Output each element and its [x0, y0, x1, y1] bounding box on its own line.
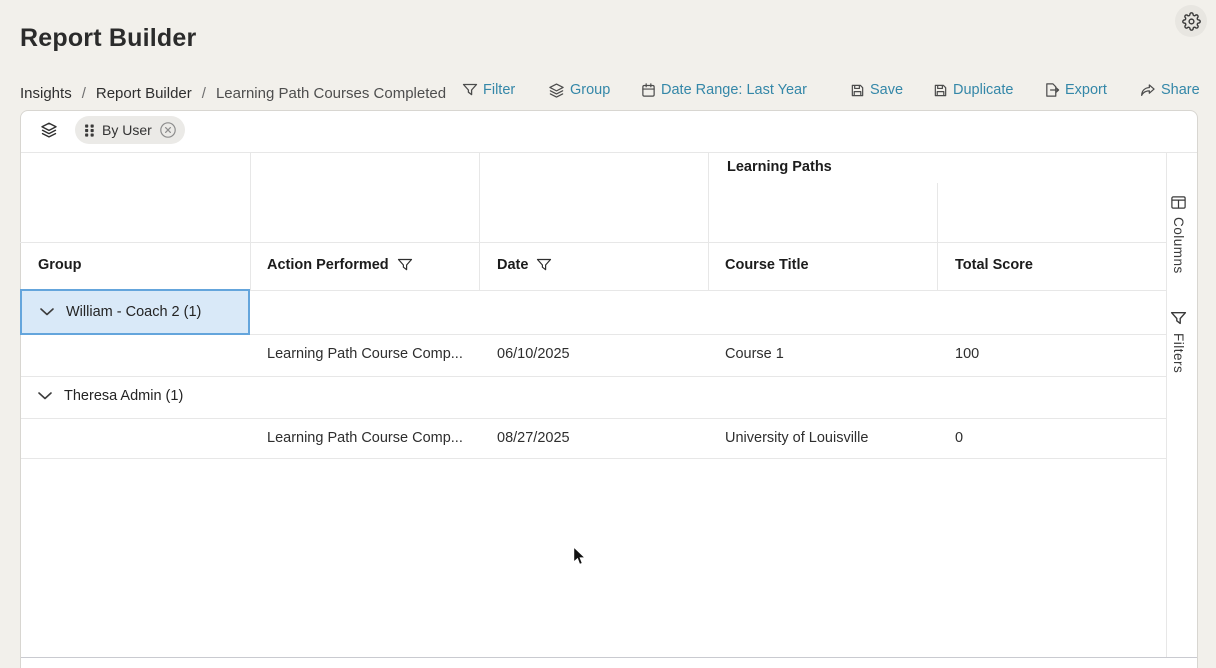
cell-action: Learning Path Course Comp... [267, 346, 463, 362]
chip-label: By User [102, 122, 152, 138]
save-icon [850, 83, 865, 98]
chevron-down-icon [40, 308, 54, 316]
cell-date: 06/10/2025 [497, 346, 570, 362]
duplicate-button-label: Duplicate [953, 82, 1013, 98]
remove-chip-icon[interactable] [159, 121, 177, 139]
filters-panel-tab[interactable]: Filters [1170, 310, 1187, 373]
group-row-theresa[interactable]: Theresa Admin (1) [38, 388, 183, 404]
row-divider [21, 418, 1166, 419]
group-row-label-text: Theresa Admin (1) [64, 388, 183, 404]
duplicate-button[interactable]: Duplicate [933, 80, 1013, 100]
filter-button-label: Filter [483, 82, 515, 98]
settings-button[interactable] [1175, 5, 1207, 37]
page-title: Report Builder [20, 24, 196, 53]
duplicate-icon [933, 83, 948, 98]
header-row-divider [20, 242, 1166, 243]
save-button-label: Save [870, 82, 903, 98]
report-card [20, 110, 1198, 668]
column-header-label: Group [38, 257, 82, 273]
funnel-icon [462, 82, 478, 98]
share-button[interactable]: Share [1140, 80, 1200, 100]
columns-icon [1170, 194, 1187, 211]
save-button[interactable]: Save [850, 80, 903, 100]
group-by-user-chip[interactable]: By User [75, 116, 185, 144]
group-button-label: Group [570, 82, 610, 98]
share-icon [1140, 83, 1156, 98]
date-range-button[interactable]: Date Range: Last Year [641, 80, 807, 100]
columns-tab-label: Columns [1171, 217, 1186, 274]
column-divider [708, 152, 709, 290]
chevron-down-icon [38, 392, 52, 400]
funnel-icon [1170, 310, 1187, 327]
breadcrumb-report-builder[interactable]: Report Builder [96, 85, 192, 102]
column-header-action-performed: Action Performed [267, 257, 413, 273]
grouping-layers-icon [40, 121, 58, 144]
cell-course-title: University of Louisville [725, 430, 868, 446]
filters-tab-label: Filters [1171, 333, 1186, 373]
group-button[interactable]: Group [548, 80, 610, 100]
share-button-label: Share [1161, 82, 1200, 98]
date-filter-icon[interactable] [536, 257, 552, 273]
breadcrumb-current-report: Learning Path Courses Completed [216, 85, 446, 102]
cell-course-title: Course 1 [725, 346, 784, 362]
cell-total-score: 100 [955, 346, 979, 362]
breadcrumb-insights[interactable]: Insights [20, 85, 72, 102]
group-row-label: William - Coach 2 (1) [66, 304, 201, 320]
date-range-label: Date Range: Last Year [661, 82, 807, 98]
table-bottom-border [21, 657, 1197, 658]
column-header-course-title: Course Title [725, 257, 809, 273]
column-header-label: Date [497, 257, 528, 273]
span-header-learning-paths: Learning Paths [727, 159, 832, 175]
export-button-label: Export [1065, 82, 1107, 98]
row-divider [21, 376, 1166, 377]
column-header-total-score: Total Score [955, 257, 1033, 273]
column-header-label: Total Score [955, 257, 1033, 273]
column-header-group: Group [38, 257, 82, 273]
cell-date: 08/27/2025 [497, 430, 570, 446]
column-header-label: Action Performed [267, 257, 389, 273]
column-divider [479, 152, 480, 290]
column-header-label: Course Title [725, 257, 809, 273]
filter-button[interactable]: Filter [462, 80, 515, 100]
cell-total-score: 0 [955, 430, 963, 446]
columns-panel-tab[interactable]: Columns [1170, 194, 1187, 274]
calendar-icon [641, 82, 656, 98]
cell-action: Learning Path Course Comp... [267, 430, 463, 446]
column-divider [937, 183, 938, 290]
gear-icon [1182, 12, 1201, 31]
export-button[interactable]: Export [1044, 80, 1107, 100]
group-row-william[interactable]: William - Coach 2 (1) [20, 289, 250, 335]
breadcrumb-separator: / [202, 85, 206, 102]
action-performed-filter-icon[interactable] [397, 257, 413, 273]
column-divider [250, 152, 251, 290]
breadcrumb-separator: / [82, 85, 86, 102]
column-header-date: Date [497, 257, 552, 273]
breadcrumb: Insights / Report Builder / Learning Pat… [20, 85, 446, 102]
drag-grid-icon [84, 123, 95, 138]
layers-icon [548, 82, 565, 99]
grouping-bar-divider [21, 152, 1197, 153]
table-right-border [1166, 152, 1167, 657]
export-icon [1044, 82, 1060, 98]
row-divider [21, 458, 1166, 459]
report-builder-screen: Report Builder Insights / Report Builder… [0, 0, 1216, 668]
